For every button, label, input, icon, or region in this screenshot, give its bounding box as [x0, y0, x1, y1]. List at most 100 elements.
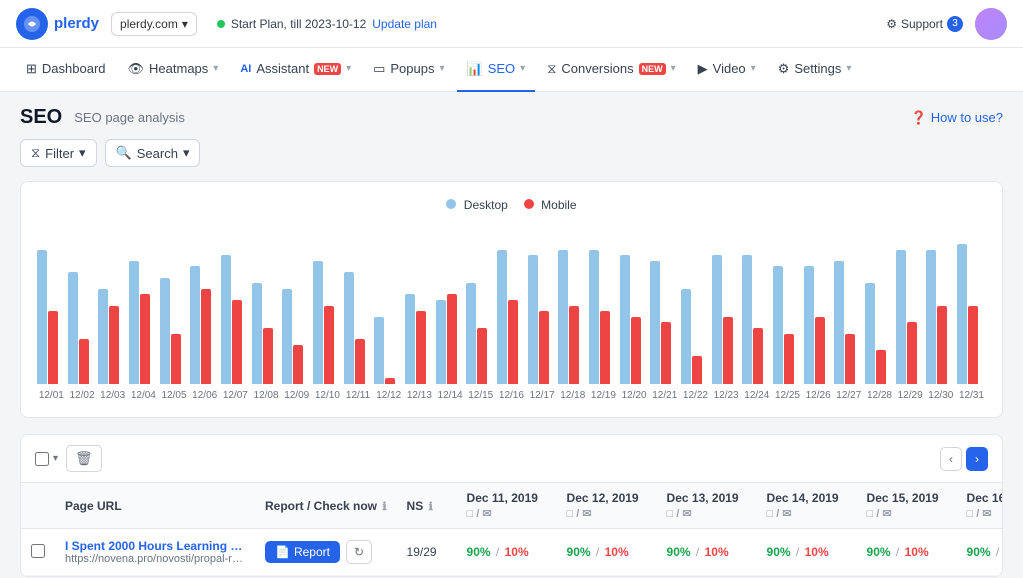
- gear-icon: ⚙: [886, 17, 897, 31]
- bar-desktop: [129, 261, 139, 384]
- row-dec13-cell: 90% / 10%: [657, 529, 757, 576]
- row-ns-cell: 19/29: [397, 529, 457, 576]
- pct-green-dec15: 90%: [867, 545, 891, 559]
- nav-item-video[interactable]: ▶ Video ▾: [688, 48, 766, 92]
- nav-item-seo[interactable]: 📊 SEO ▾: [457, 48, 536, 92]
- chart-bar-icon: 📊: [467, 61, 483, 77]
- report-label: Report: [294, 545, 330, 559]
- page-title-link[interactable]: I Spent 2000 Hours Learning How To...: [65, 539, 245, 553]
- bar-mobile: [171, 334, 181, 384]
- how-to-use-link[interactable]: ❓ How to use?: [911, 110, 1003, 126]
- chart-label: 12/16: [497, 390, 526, 401]
- chart-label: 12/29: [896, 390, 925, 401]
- chevron-down-icon: ▾: [213, 63, 218, 74]
- chart-label: 12/15: [466, 390, 495, 401]
- chart-label: 12/19: [589, 390, 618, 401]
- chart-label: 12/17: [528, 390, 557, 401]
- filter-button[interactable]: ⧖ Filter ▾: [20, 139, 97, 167]
- refresh-button[interactable]: ↻: [346, 540, 372, 564]
- prev-page-button[interactable]: ‹: [940, 447, 962, 471]
- nav-item-popups[interactable]: ▭ Popups ▾: [363, 48, 454, 92]
- row-checkbox[interactable]: [31, 544, 45, 558]
- plan-badge: Start Plan, till 2023-10-12 Update plan: [217, 17, 437, 31]
- bar-mobile: [79, 339, 89, 384]
- th-dec15: Dec 15, 2019 □ / ✉: [857, 483, 957, 529]
- nav-item-dashboard[interactable]: ⊞ Dashboard: [16, 48, 116, 92]
- bar-mobile: [937, 306, 947, 384]
- bar-desktop: [865, 283, 875, 384]
- chart-label: 12/28: [865, 390, 894, 401]
- bar-group: [957, 244, 986, 384]
- bar-group: [37, 250, 66, 384]
- chart-bars: [37, 224, 986, 384]
- next-page-button[interactable]: ›: [966, 447, 988, 471]
- nav-item-assistant[interactable]: AI Assistant NEW ▾: [230, 48, 361, 92]
- th-checkbox: [21, 483, 55, 529]
- bar-mobile: [876, 350, 886, 384]
- chart-label: 12/26: [804, 390, 833, 401]
- nav-item-heatmaps[interactable]: 👁 Heatmaps ▾: [118, 48, 229, 92]
- bar-mobile: [385, 378, 395, 384]
- pct-green-dec11: 90%: [467, 545, 491, 559]
- search-label: Search: [137, 146, 178, 161]
- pct-green-dec16: 90%: [967, 545, 991, 559]
- bar-group: [98, 289, 127, 384]
- chevron-down-icon: ▾: [751, 63, 756, 74]
- chart-label: 12/30: [926, 390, 955, 401]
- chevron-right-icon: ›: [975, 452, 979, 466]
- page-subtitle: SEO page analysis: [74, 110, 185, 125]
- bar-desktop: [497, 250, 507, 384]
- sub-icons-dec11: □ / ✉: [467, 507, 492, 520]
- site-selector[interactable]: plerdy.com ▾: [111, 12, 197, 36]
- bar-desktop: [252, 283, 262, 384]
- bar-desktop: [712, 255, 722, 384]
- bar-desktop: [37, 250, 47, 384]
- bar-group: [558, 250, 587, 384]
- row-dec11-cell: 90% / 10%: [457, 529, 557, 576]
- bar-desktop: [834, 261, 844, 384]
- nav-item-settings[interactable]: ⚙ Settings ▾: [768, 48, 862, 92]
- bar-group: [190, 266, 219, 384]
- update-plan-link[interactable]: Update plan: [372, 17, 437, 31]
- row-dec12-cell: 90% / 10%: [557, 529, 657, 576]
- nav-item-conversions[interactable]: ⧖ Conversions NEW ▾: [537, 48, 685, 92]
- bar-desktop: [405, 294, 415, 384]
- bar-desktop: [313, 261, 323, 384]
- support-button[interactable]: ⚙ Support 3: [886, 16, 963, 32]
- delete-button[interactable]: 🗑: [66, 445, 102, 472]
- row-url-cell: I Spent 2000 Hours Learning How To... ht…: [55, 529, 255, 576]
- pct-red-dec12: 10%: [605, 545, 629, 559]
- th-report: Report / Check now ℹ: [255, 483, 397, 529]
- row-checkbox-cell: [21, 529, 55, 576]
- table-container: ▾ 🗑 ‹ › Page URL Report / Che: [20, 434, 1003, 577]
- help-icon: ℹ: [429, 501, 433, 513]
- pct-green-dec14: 90%: [767, 545, 791, 559]
- bar-mobile: [48, 311, 58, 384]
- bar-mobile: [293, 345, 303, 384]
- filter-icon: ⧖: [547, 61, 556, 77]
- search-button[interactable]: 🔍 Search ▾: [105, 139, 201, 167]
- bar-desktop: [620, 255, 630, 384]
- bar-mobile: [355, 339, 365, 384]
- chevron-down-icon: ▾: [439, 63, 444, 74]
- report-button[interactable]: 📄 Report: [265, 541, 340, 563]
- chart-label: 12/14: [436, 390, 465, 401]
- bar-desktop: [926, 250, 936, 384]
- chevron-down-icon: ▾: [520, 63, 525, 74]
- th-dec16: Dec 16, 2019 □ / ✉: [957, 483, 1002, 529]
- chart-label: 12/10: [313, 390, 342, 401]
- user-avatar[interactable]: [975, 8, 1007, 40]
- bar-desktop: [681, 289, 691, 384]
- top-bar-right: ⚙ Support 3: [886, 8, 1007, 40]
- bar-group: [742, 255, 771, 384]
- row-dec14-cell: 90% / 10%: [757, 529, 857, 576]
- nav-label-settings: Settings: [794, 61, 841, 76]
- select-all-checkbox[interactable]: [35, 452, 49, 466]
- chart-label: 12/12: [374, 390, 403, 401]
- pct-red-dec13: 10%: [705, 545, 729, 559]
- legend-desktop: Desktop: [446, 198, 507, 212]
- ai-icon: AI: [240, 63, 251, 75]
- bar-mobile: [845, 334, 855, 384]
- row-report-cell: 📄 Report ↻: [255, 529, 397, 576]
- nav-label-conversions: Conversions: [561, 61, 633, 76]
